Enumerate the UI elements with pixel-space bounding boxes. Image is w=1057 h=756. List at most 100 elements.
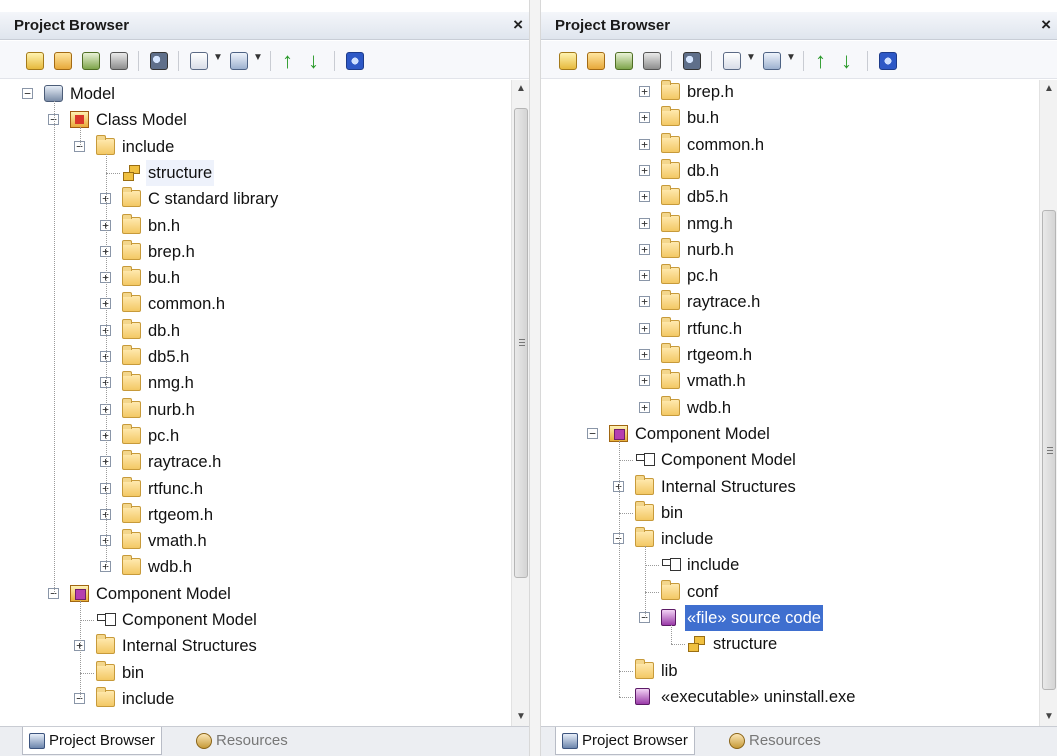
documentation-button[interactable] <box>188 50 210 72</box>
tree-item-label[interactable]: nmg.h <box>146 370 196 396</box>
tree-row[interactable]: − Component Model <box>541 421 1039 447</box>
tree-row[interactable]: − Model <box>0 81 511 107</box>
tree-row[interactable]: + nurb.h <box>0 397 511 423</box>
tree-item-label[interactable]: db5.h <box>685 184 730 210</box>
tree-row[interactable]: + db5.h <box>0 344 511 370</box>
tab-project-browser[interactable]: Project Browser <box>22 727 162 755</box>
expand-icon[interactable]: + <box>639 270 650 282</box>
new-package-button[interactable] <box>52 50 74 72</box>
tree-item-label[interactable]: Class Model <box>94 107 189 133</box>
tree-row[interactable]: bin <box>541 500 1039 526</box>
expand-icon[interactable]: + <box>639 349 650 360</box>
tree-row[interactable]: + brep.h <box>541 80 1039 105</box>
tree-item-label[interactable]: rtgeom.h <box>146 502 215 528</box>
tab-resources[interactable]: Resources <box>190 727 294 755</box>
tree-item-label[interactable]: nurb.h <box>146 397 197 423</box>
tree-item-label[interactable]: wdb.h <box>146 554 194 580</box>
tree-row[interactable]: include <box>541 552 1039 578</box>
tree-item-label[interactable]: common.h <box>685 132 766 158</box>
tree-item-label[interactable]: rtgeom.h <box>685 342 754 368</box>
dropdown-arrow-icon[interactable]: ▼ <box>213 52 223 63</box>
tree-item-label[interactable]: vmath.h <box>685 368 748 394</box>
scroll-down-icon[interactable]: ▼ <box>1040 708 1057 726</box>
vertical-scrollbar[interactable]: ▲ ▼ <box>1039 80 1057 726</box>
tree-item-label[interactable]: structure <box>146 159 215 186</box>
tree-item-label[interactable]: Model <box>68 81 117 107</box>
tree-item-label[interactable]: bu.h <box>685 105 721 131</box>
tree-item-label[interactable]: lib <box>659 658 680 684</box>
tree-row[interactable]: + Internal Structures <box>0 633 511 659</box>
tree-row[interactable]: + nmg.h <box>541 211 1039 237</box>
tree-row[interactable]: − include <box>0 686 511 712</box>
expand-icon[interactable]: + <box>639 375 650 387</box>
tree-row[interactable]: + common.h <box>541 132 1039 158</box>
move-down-button[interactable]: ↓ <box>839 50 861 72</box>
tree-item-label[interactable]: brep.h <box>685 80 736 105</box>
find-button[interactable] <box>148 50 170 72</box>
tree-item-label[interactable]: bu.h <box>146 265 182 291</box>
tree-row[interactable]: + rtfunc.h <box>541 316 1039 342</box>
collapse-icon[interactable]: − <box>587 427 598 439</box>
tree-row[interactable]: + bn.h <box>0 213 511 239</box>
expand-icon[interactable]: + <box>639 322 650 334</box>
close-icon[interactable]: × <box>1041 15 1051 35</box>
tree-row[interactable]: + vmath.h <box>0 528 511 554</box>
tree-item-label[interactable]: bn.h <box>146 213 182 239</box>
expand-icon[interactable]: + <box>639 217 650 229</box>
vertical-scrollbar[interactable]: ▲ ▼ <box>511 80 529 726</box>
scrollbar-thumb[interactable] <box>1042 210 1056 690</box>
tree-row[interactable]: − «file» source code <box>541 605 1039 631</box>
tree-row[interactable]: lib <box>541 658 1039 684</box>
close-icon[interactable]: × <box>513 15 523 35</box>
tree-item-label[interactable]: wdb.h <box>685 395 733 421</box>
help-button[interactable] <box>877 50 899 72</box>
tree-row[interactable]: + rtgeom.h <box>541 342 1039 368</box>
windows-button[interactable] <box>761 50 783 72</box>
move-up-button[interactable]: ↑ <box>280 50 302 72</box>
tree-row[interactable]: + vmath.h <box>541 368 1039 394</box>
tree-row[interactable]: conf <box>541 579 1039 605</box>
tab-resources[interactable]: Resources <box>723 727 827 755</box>
expand-icon[interactable]: + <box>639 401 650 413</box>
scrollbar-thumb[interactable] <box>514 108 528 578</box>
new-diagram-button[interactable] <box>613 50 635 72</box>
tree-row[interactable]: + Internal Structures <box>541 474 1039 500</box>
tree-item-label[interactable]: raytrace.h <box>146 449 223 475</box>
tab-project-browser[interactable]: Project Browser <box>555 727 695 755</box>
tree-row[interactable]: + wdb.h <box>0 554 511 580</box>
tree-row[interactable]: + rtfunc.h <box>0 476 511 502</box>
tree-row[interactable]: Component Model <box>541 447 1039 473</box>
tree-item-label[interactable]: Component Model <box>94 581 233 607</box>
tree-item-label[interactable]: db5.h <box>146 344 191 370</box>
new-diagram-button[interactable] <box>80 50 102 72</box>
tree-item-label[interactable]: raytrace.h <box>685 289 762 315</box>
tree-row[interactable]: − Class Model <box>0 107 511 133</box>
tree-row[interactable]: − include <box>0 134 511 160</box>
tree-row[interactable]: + nmg.h <box>0 370 511 396</box>
tree-row[interactable]: + raytrace.h <box>0 449 511 475</box>
tree-item-label[interactable]: vmath.h <box>146 528 209 554</box>
tree-row[interactable]: + nurb.h <box>541 237 1039 263</box>
tree-item-label[interactable]: bin <box>659 500 685 526</box>
new-element-button[interactable] <box>641 50 663 72</box>
tree-row[interactable]: + rtgeom.h <box>0 502 511 528</box>
tree-item-label[interactable]: include <box>685 552 741 578</box>
tree-item-label[interactable]: conf <box>685 579 720 605</box>
move-down-button[interactable]: ↓ <box>306 50 328 72</box>
tree-row[interactable]: structure <box>0 159 511 186</box>
tree-row[interactable]: Component Model <box>0 607 511 633</box>
tree-item-label[interactable]: rtfunc.h <box>685 316 744 342</box>
tree-row[interactable]: + db.h <box>541 158 1039 184</box>
documentation-button[interactable] <box>721 50 743 72</box>
tree-item-label[interactable]: pc.h <box>685 263 720 289</box>
tree-item-label[interactable]: Component Model <box>120 607 259 633</box>
find-button[interactable] <box>681 50 703 72</box>
tree-row[interactable]: + brep.h <box>0 239 511 265</box>
expand-icon[interactable]: + <box>639 243 650 255</box>
new-model-button[interactable] <box>24 50 46 72</box>
expand-icon[interactable]: + <box>639 191 650 203</box>
project-tree[interactable]: + brep.h + bu.h + common.h + db.h + db5.h + nmg.h + n… <box>541 80 1039 726</box>
new-model-button[interactable] <box>557 50 579 72</box>
expand-icon[interactable]: + <box>639 296 650 308</box>
tree-item-label[interactable]: Component Model <box>633 421 772 447</box>
